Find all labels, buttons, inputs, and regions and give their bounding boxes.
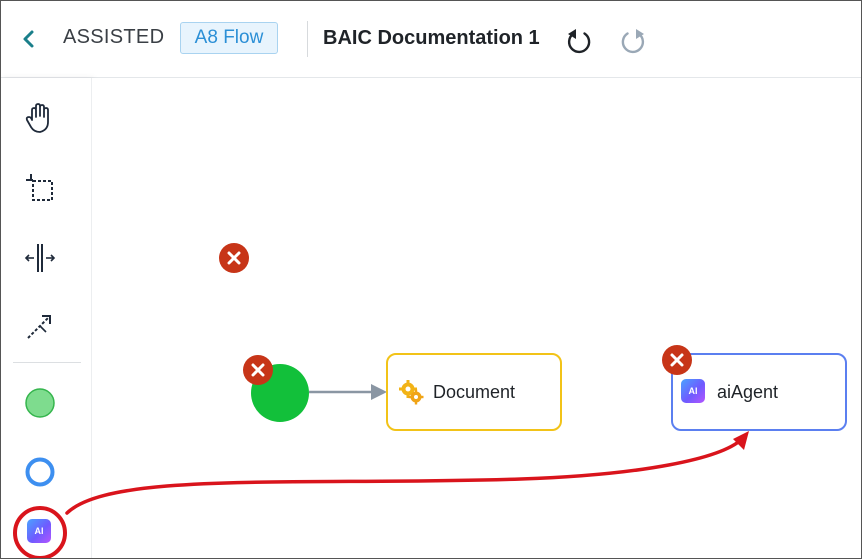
header-bar: ASSISTED A8 Flow BAIC Documentation 1 — [1, 1, 861, 78]
space-icon — [24, 244, 56, 272]
end-event-tool[interactable] — [22, 454, 58, 490]
close-icon — [670, 353, 684, 367]
hand-icon — [25, 103, 49, 133]
chevron-left-icon — [23, 30, 34, 48]
crop-icon — [26, 174, 53, 201]
error-badge[interactable] — [662, 345, 692, 375]
tool-palette: AI — [1, 78, 92, 558]
undo-icon — [567, 29, 591, 54]
document-title[interactable]: BAIC Documentation 1 — [323, 27, 540, 50]
gears-icon — [399, 380, 424, 405]
undo-button[interactable] — [562, 25, 594, 57]
document-task-node[interactable]: Document — [386, 353, 562, 431]
flow-type-badge[interactable]: A8 Flow — [180, 22, 278, 54]
redo-button[interactable] — [618, 25, 650, 57]
green-circle-icon — [25, 388, 55, 418]
error-badge[interactable] — [243, 355, 273, 385]
ai-agent-node[interactable]: AI aiAgent — [671, 353, 847, 431]
header-divider — [307, 21, 308, 57]
error-badge[interactable] — [219, 243, 249, 273]
redo-icon — [621, 29, 645, 54]
connect-icon — [27, 315, 51, 339]
close-icon — [227, 251, 241, 265]
ai-agent-node-label: aiAgent — [717, 382, 779, 402]
space-tool[interactable] — [22, 240, 58, 276]
mode-label: ASSISTED — [63, 26, 165, 48]
ai-agent-tool[interactable]: AI — [22, 514, 58, 550]
back-button[interactable] — [17, 27, 41, 51]
ai-agent-icon: AI — [681, 379, 705, 403]
hand-tool[interactable] — [22, 100, 58, 136]
start-event-tool[interactable] — [22, 385, 58, 421]
app-window: ASSISTED A8 Flow BAIC Documentation 1 AI… — [0, 0, 862, 559]
ai-agent-icon: AI — [27, 519, 51, 543]
close-icon — [251, 363, 265, 377]
flow-canvas[interactable] — [92, 78, 861, 558]
document-node-label: Document — [433, 382, 516, 402]
crop-select-tool[interactable] — [22, 170, 58, 206]
connect-tool[interactable] — [22, 308, 58, 344]
toolbar-separator — [13, 362, 81, 363]
blue-ring-icon — [25, 457, 55, 487]
